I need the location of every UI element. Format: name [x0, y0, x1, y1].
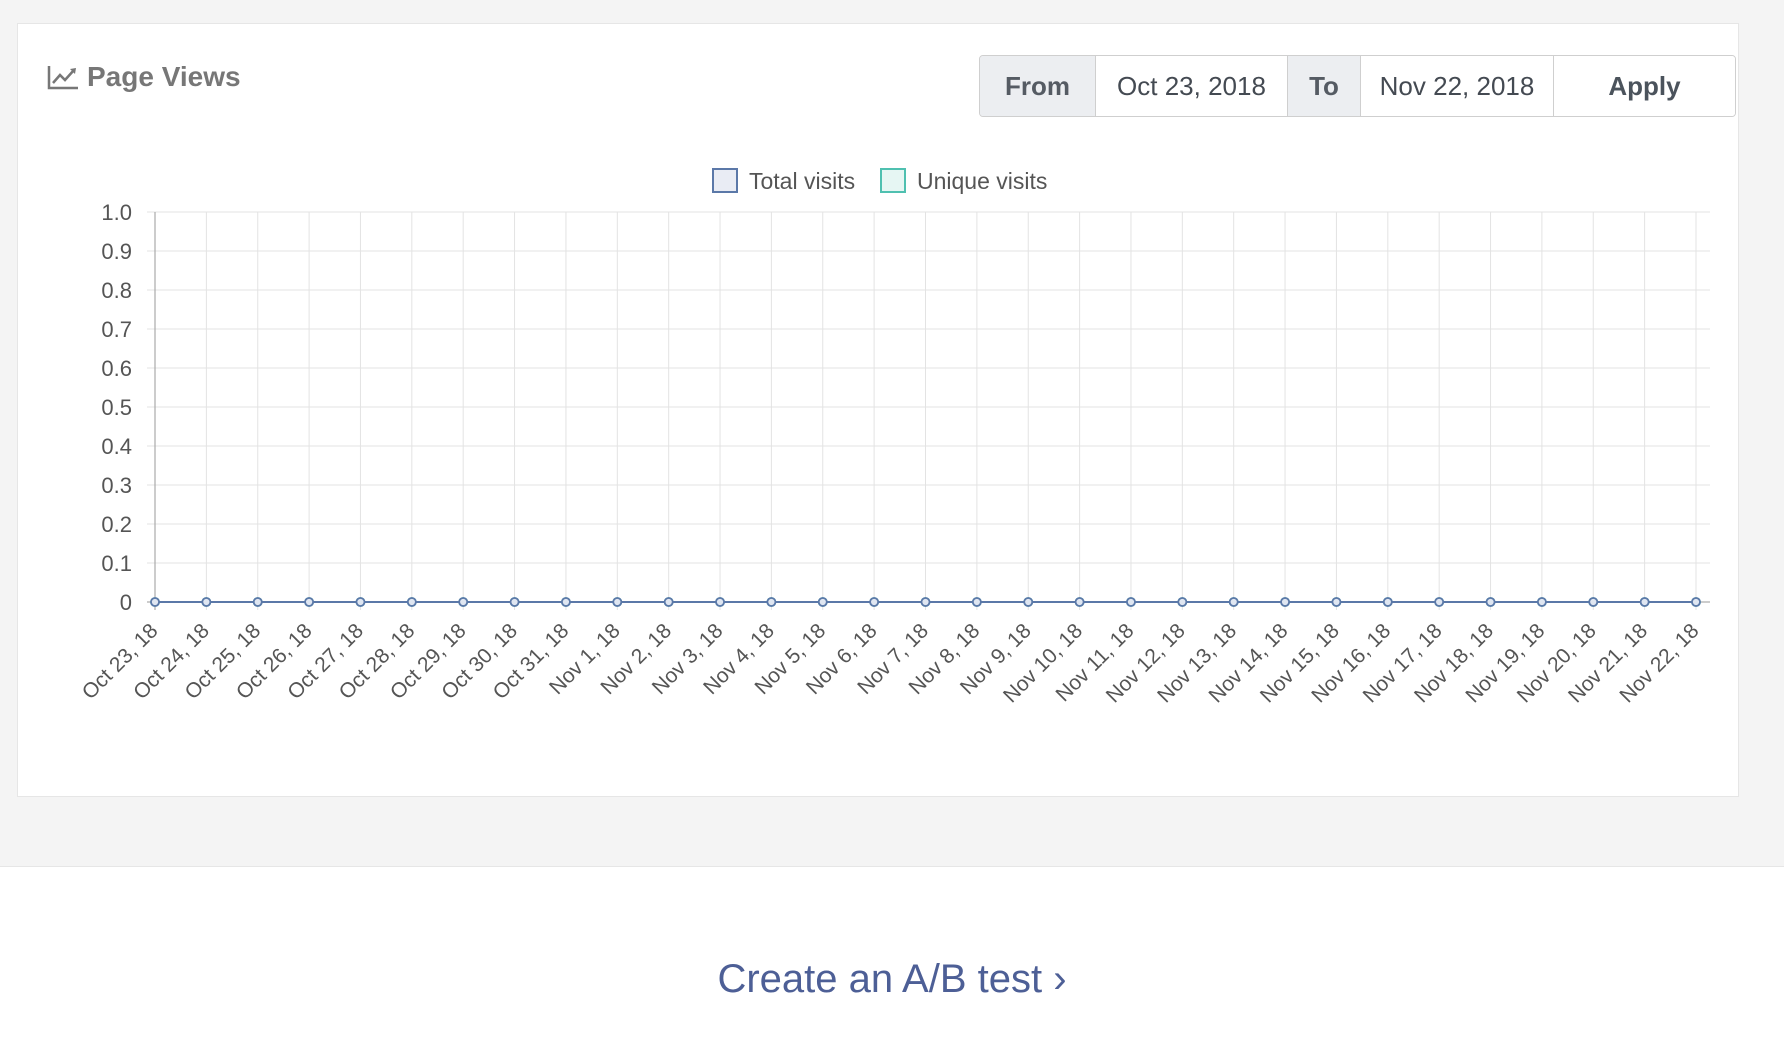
data-point-total-visits: [766, 597, 777, 607]
y-tick-label: 0.9: [101, 239, 132, 264]
x-axis: Oct 23, 18Oct 24, 18Oct 25, 18Oct 26, 18…: [78, 619, 1704, 707]
data-point-total-visits: [869, 597, 880, 607]
legend-label: Total visits: [749, 168, 855, 194]
legend-label: Unique visits: [917, 168, 1047, 194]
chart-series: [150, 597, 1701, 607]
data-point-total-visits: [1126, 597, 1136, 607]
data-point-total-visits: [1280, 597, 1290, 607]
legend-swatch: [880, 168, 906, 193]
y-tick-label: 0.2: [101, 512, 132, 537]
data-point-total-visits: [1691, 597, 1701, 607]
data-point-total-visits: [1382, 597, 1393, 607]
data-point-total-visits: [561, 597, 571, 607]
data-point-total-visits: [817, 597, 828, 607]
chart-grid: [147, 211, 1710, 610]
data-point-total-visits: [1537, 597, 1547, 607]
data-point-total-visits: [304, 597, 315, 607]
y-tick-label: 0.8: [101, 278, 132, 303]
data-point-total-visits: [1228, 597, 1239, 607]
data-point-total-visits: [252, 597, 263, 607]
y-tick-label: 0.7: [101, 317, 132, 342]
data-point-total-visits: [1074, 597, 1085, 607]
footer-area: Create an A/B test ›: [0, 866, 1784, 1043]
data-point-total-visits: [1639, 597, 1650, 607]
data-point-total-visits: [509, 597, 520, 607]
data-point-total-visits: [920, 597, 931, 607]
chart-legend: Total visits Unique visits: [712, 168, 1047, 194]
data-point-total-visits: [1434, 597, 1445, 607]
data-point-total-visits: [201, 597, 212, 607]
data-point-total-visits: [1177, 597, 1188, 607]
data-point-total-visits: [355, 597, 366, 607]
y-axis: 1.0 0.9 0.8 0.7 0.6 0.5 0.4 0.3 0.2 0.1 0: [101, 200, 132, 615]
data-point-total-visits: [1023, 597, 1034, 607]
y-tick-label: 0.5: [101, 395, 132, 420]
data-point-total-visits: [1588, 597, 1599, 607]
create-ab-test-link[interactable]: Create an A/B test ›: [0, 957, 1784, 1002]
data-point-total-visits: [612, 597, 623, 607]
data-point-total-visits: [1331, 597, 1342, 607]
data-point-total-visits: [715, 597, 725, 607]
data-point-total-visits: [971, 597, 982, 607]
page-views-chart: Total visits Unique visits 1.0 0.9 0.8 0.7 0.…: [78, 168, 1710, 707]
y-tick-label: 1.0: [101, 200, 132, 225]
y-tick-label: 0.6: [101, 356, 132, 381]
y-tick-label: 0.3: [101, 473, 132, 498]
data-point-total-visits: [150, 597, 160, 607]
data-point-total-visits: [406, 597, 417, 607]
data-point-total-visits: [663, 597, 674, 607]
legend-swatch: [712, 168, 738, 193]
data-point-total-visits: [458, 597, 469, 607]
y-tick-label: 0.4: [101, 434, 132, 459]
y-tick-label: 0.1: [101, 551, 132, 576]
y-tick-label: 0: [120, 590, 132, 615]
data-point-total-visits: [1485, 597, 1496, 607]
